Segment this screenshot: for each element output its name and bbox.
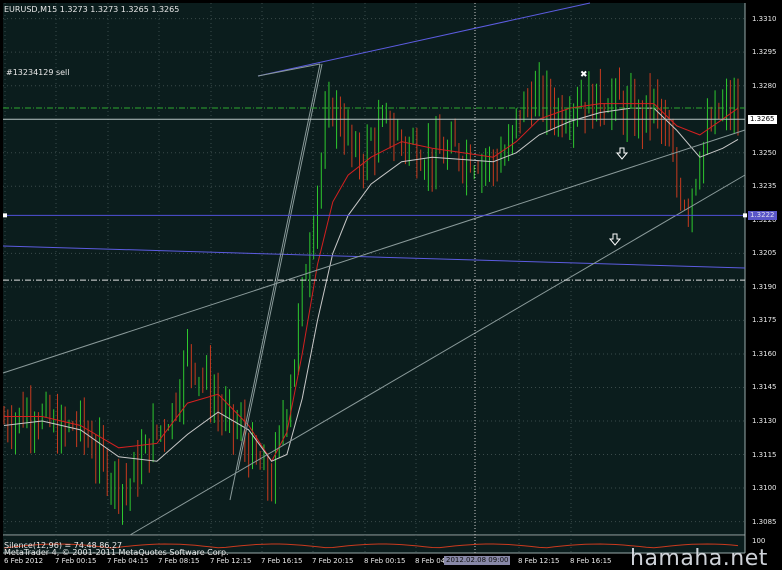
price-axis-label: 1.3205 [752, 249, 777, 258]
price-axis-label: 1.3115 [752, 450, 777, 459]
time-axis-label: 8 Feb 00:15 [364, 557, 406, 565]
time-axis-label: 6 Feb 2012 [4, 557, 44, 565]
price-axis-label: 1.3310 [752, 14, 777, 23]
price-axis-label: 1.3295 [752, 48, 777, 57]
price-axis-label: 1.3190 [752, 282, 777, 291]
order-marker-icon: ✖ [580, 70, 588, 80]
time-axis-label: 8 Feb 16:15 [570, 557, 612, 565]
current-price-tag: 1.3265 [748, 115, 777, 125]
order-ticket-label: #13234129 sell [6, 68, 70, 77]
price-axis-label: 1.3100 [752, 484, 777, 493]
time-axis-label: 8 Feb 04 [415, 557, 446, 565]
copyright-text: MetaTrader 4, © 2001-2011 MetaQuotes Sof… [4, 548, 229, 557]
oscillator-level-label: 100 [752, 537, 766, 545]
price-chart[interactable]: ✖ [0, 0, 782, 570]
cursor-time-tag: 2012.02.08 09:00 [444, 556, 511, 565]
level-handle-left [3, 213, 7, 218]
price-axis-label: 1.3130 [752, 417, 777, 425]
time-axis-label: 7 Feb 04:15 [107, 557, 149, 565]
time-axis-label: 7 Feb 00:15 [55, 557, 97, 565]
price-axis-label: 1.3250 [752, 148, 777, 157]
time-axis-label: 7 Feb 12:15 [210, 557, 252, 565]
price-axis-label: 1.3175 [752, 316, 777, 325]
chart-symbol-header: EURUSD,M15 1.3273 1.3273 1.3265 1.3265 [4, 5, 180, 14]
time-axis-label: 7 Feb 08:15 [158, 557, 200, 565]
price-axis-label: 1.3280 [752, 81, 777, 90]
price-axis-label: 1.3160 [752, 349, 777, 358]
time-axis-label: 7 Feb 16:15 [261, 557, 303, 565]
price-axis-label: 1.3085 [752, 517, 777, 526]
watermark-logo: hamaha.net [630, 546, 768, 570]
price-axis-label: 1.3235 [752, 182, 777, 191]
time-axis-label: 8 Feb 12:15 [518, 557, 560, 565]
time-axis-label: 7 Feb 20:15 [312, 557, 354, 565]
main-plot-area [3, 3, 745, 535]
price-axis-label: 1.3145 [752, 383, 777, 392]
metatrader-chart-window: ✖ EURUSD,M15 1.3273 1.3273 1.3265 1.3265… [0, 0, 782, 570]
level-price-tag[interactable]: 1.3222 [748, 211, 777, 221]
level-handle-right [743, 213, 747, 218]
